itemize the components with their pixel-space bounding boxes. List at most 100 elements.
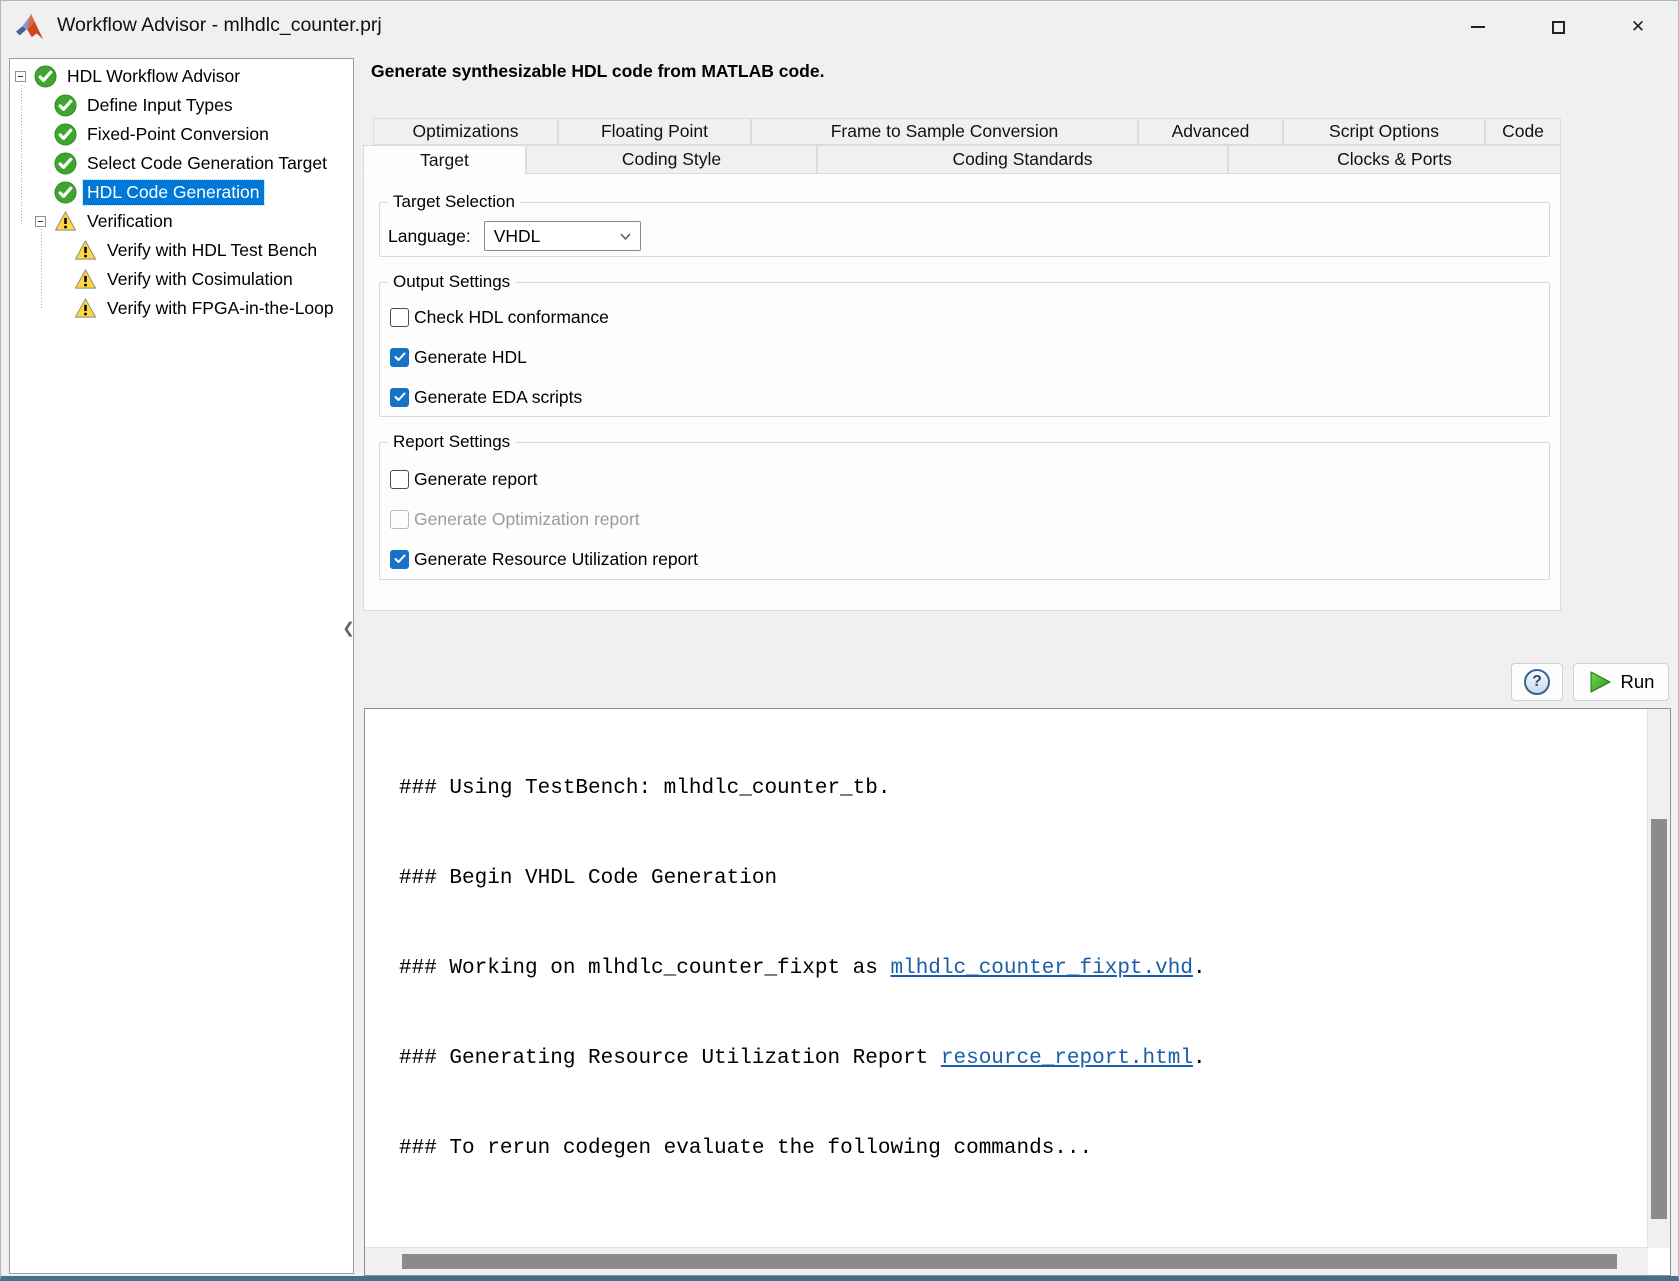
log-line: ### Generating Resource Utilization Repo… — [399, 1044, 1648, 1074]
log-text: ### Begin VHDL Code Generation — [399, 867, 777, 890]
output-settings-group: Output Settings Check HDL conformance Ge… — [379, 282, 1550, 417]
checkbox-label[interactable]: Generate HDL — [414, 347, 527, 368]
maximize-icon — [1552, 21, 1565, 34]
check-icon — [394, 554, 406, 564]
vertical-scrollbar[interactable] — [1647, 709, 1670, 1248]
generate-optimization-report-row: Generate Optimization report — [390, 509, 640, 529]
tab-clocks-and-ports[interactable]: Clocks & Ports — [1228, 145, 1561, 174]
group-legend: Target Selection — [388, 192, 520, 212]
run-label: Run — [1621, 671, 1655, 693]
check-hdl-conformance-checkbox[interactable] — [390, 308, 409, 327]
tree-item-label: HDL Code Generation — [83, 180, 264, 205]
language-value: VHDL — [494, 226, 541, 247]
group-legend: Output Settings — [388, 272, 515, 292]
log-text: . — [1193, 1047, 1206, 1070]
splitter-collapse-icon[interactable]: ❮ — [342, 611, 355, 645]
tab-row-lower: Target Coding Style Coding Standards Clo… — [363, 145, 1561, 174]
minimize-button[interactable] — [1455, 1, 1501, 53]
maximize-button[interactable] — [1535, 1, 1581, 53]
workflow-advisor-window: Workflow Advisor - mlhdlc_counter.prj ✕ … — [0, 0, 1679, 1281]
checkbox-label[interactable]: Generate Resource Utilization report — [414, 549, 698, 570]
window-title: Workflow Advisor - mlhdlc_counter.prj — [57, 14, 382, 37]
generate-report-row: Generate report — [390, 469, 538, 489]
generate-eda-scripts-row: Generate EDA scripts — [390, 387, 582, 407]
log-text: ### Working on mlhdlc_counter_fixpt as — [399, 957, 890, 980]
tab-optimizations[interactable]: Optimizations — [373, 118, 558, 145]
tree-item-verify-with-cosimulation[interactable]: Verify with Cosimulation — [10, 265, 353, 294]
report-settings-group: Report Settings Generate report Generate… — [379, 442, 1550, 580]
log-text: ### Using TestBench: mlhdlc_counter_tb. — [399, 777, 890, 800]
title-bar: Workflow Advisor - mlhdlc_counter.prj ✕ — [1, 1, 1678, 53]
check-hdl-conformance-row: Check HDL conformance — [390, 307, 609, 327]
tab-coding-standards[interactable]: Coding Standards — [817, 145, 1228, 174]
chevron-down-icon — [620, 233, 631, 240]
resource-report-link[interactable]: resource_report.html — [941, 1047, 1193, 1070]
close-icon: ✕ — [1631, 17, 1645, 37]
log-line — [399, 1224, 1648, 1240]
tab-floating-point[interactable]: Floating Point — [558, 118, 751, 145]
tab-code[interactable]: Code — [1485, 118, 1561, 145]
tree-item-label: Select Code Generation Target — [83, 151, 331, 176]
tab-script-options[interactable]: Script Options — [1283, 118, 1485, 145]
tree-item-select-code-generation-target[interactable]: Select Code Generation Target — [10, 149, 353, 178]
tree-item-define-input-types[interactable]: Define Input Types — [10, 91, 353, 120]
checkbox-label[interactable]: Generate EDA scripts — [414, 387, 582, 408]
generate-report-checkbox[interactable] — [390, 470, 409, 489]
tree-item-label: HDL Workflow Advisor — [63, 64, 244, 89]
tree-item-hdl-code-generation[interactable]: HDL Code Generation — [10, 178, 353, 207]
generate-hdl-row: Generate HDL — [390, 347, 527, 367]
tree-item-hdl-workflow-advisor[interactable]: HDL Workflow Advisor — [10, 62, 353, 91]
check-passed-icon — [54, 94, 77, 117]
checkbox-label[interactable]: Generate report — [414, 469, 538, 490]
language-dropdown[interactable]: VHDL — [484, 221, 641, 251]
checkbox-label[interactable]: Check HDL conformance — [414, 307, 609, 328]
check-passed-icon — [54, 181, 77, 204]
check-icon — [394, 352, 406, 362]
vertical-scrollbar-thumb[interactable] — [1651, 819, 1667, 1219]
check-passed-icon — [34, 65, 57, 88]
tree-item-verify-with-fpga-in-the-loop[interactable]: Verify with FPGA-in-the-Loop — [10, 294, 353, 323]
check-passed-icon — [54, 123, 77, 146]
checkbox-label: Generate Optimization report — [414, 509, 640, 530]
close-button[interactable]: ✕ — [1615, 1, 1661, 53]
generate-resource-utilization-report-checkbox[interactable] — [390, 550, 409, 569]
warning-icon — [54, 210, 77, 233]
tree-item-label: Verify with FPGA-in-the-Loop — [103, 296, 338, 321]
log-text: . — [1193, 957, 1206, 980]
language-row: Language: VHDL — [388, 221, 641, 251]
tree-item-verification[interactable]: Verification — [10, 207, 353, 236]
language-label: Language: — [388, 226, 471, 247]
horizontal-scrollbar[interactable] — [365, 1247, 1648, 1275]
generate-eda-scripts-checkbox[interactable] — [390, 388, 409, 407]
tree-item-fixed-point-conversion[interactable]: Fixed-Point Conversion — [10, 120, 353, 149]
help-button[interactable]: ? — [1511, 663, 1563, 701]
horizontal-scrollbar-thumb[interactable] — [402, 1254, 1617, 1269]
tab-coding-style[interactable]: Coding Style — [526, 145, 817, 174]
task-heading: Generate synthesizable HDL code from MAT… — [371, 61, 824, 82]
collapse-expander-icon[interactable] — [15, 71, 26, 82]
tab-advanced[interactable]: Advanced — [1138, 118, 1283, 145]
log-line: ### Using TestBench: mlhdlc_counter_tb. — [399, 774, 1648, 804]
tab-row-upper: Optimizations Floating Point Frame to Sa… — [373, 118, 1561, 145]
matlab-logo-icon — [15, 13, 45, 41]
tab-frame-to-sample-conversion[interactable]: Frame to Sample Conversion — [751, 118, 1138, 145]
help-icon: ? — [1524, 669, 1550, 695]
warning-icon — [74, 239, 97, 262]
codegen-log-text: ### Using TestBench: mlhdlc_counter_tb. … — [365, 709, 1648, 1248]
codegen-log-panel[interactable]: ### Using TestBench: mlhdlc_counter_tb. … — [364, 708, 1671, 1276]
run-button[interactable]: Run — [1573, 663, 1669, 701]
warning-icon — [74, 297, 97, 320]
generate-hdl-checkbox[interactable] — [390, 348, 409, 367]
check-passed-icon — [54, 152, 77, 175]
tab-target[interactable]: Target — [363, 145, 526, 175]
tree-item-verify-with-hdl-test-bench[interactable]: Verify with HDL Test Bench — [10, 236, 353, 265]
target-selection-group: Target Selection Language: VHDL — [379, 202, 1550, 257]
warning-icon — [74, 268, 97, 291]
group-legend: Report Settings — [388, 432, 515, 452]
generate-optimization-report-checkbox — [390, 510, 409, 529]
collapse-expander-icon[interactable] — [35, 216, 46, 227]
log-line: ### Working on mlhdlc_counter_fixpt as m… — [399, 954, 1648, 984]
minimize-icon — [1471, 26, 1485, 28]
play-icon — [1588, 670, 1612, 694]
vhd-file-link[interactable]: mlhdlc_counter_fixpt.vhd — [890, 957, 1192, 980]
